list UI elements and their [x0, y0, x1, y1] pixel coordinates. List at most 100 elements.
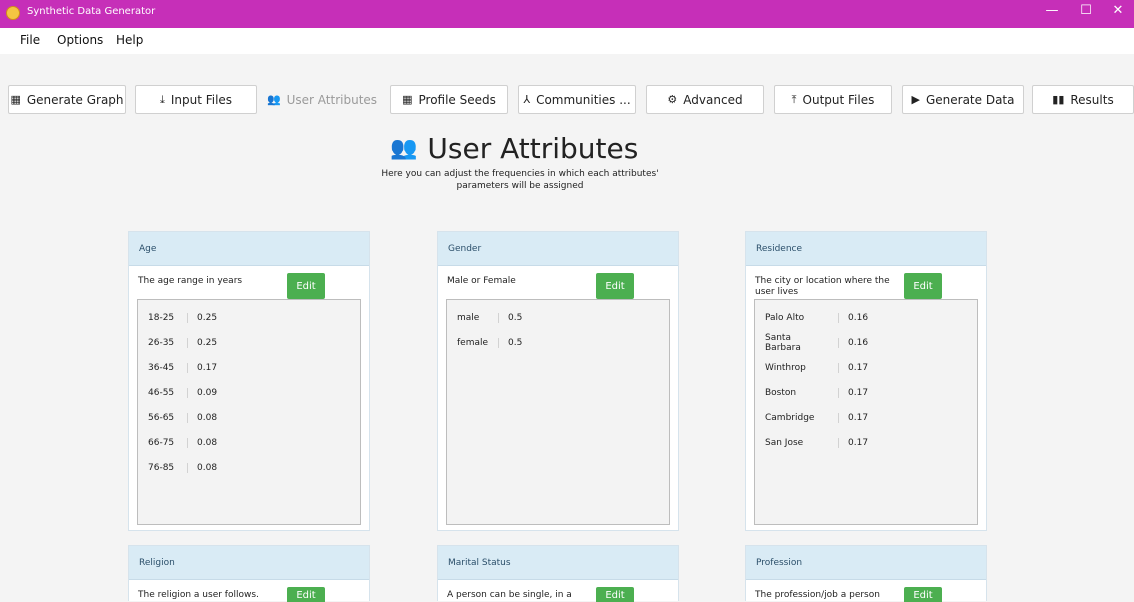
menu-file[interactable]: File [20, 33, 40, 47]
input-files-label: Input Files [170, 92, 233, 107]
list-item[interactable]: Santa Barbara 0.16 [765, 333, 868, 353]
row-value: 0.25 [197, 338, 218, 348]
row-key: Santa Barbara [765, 333, 801, 353]
communities-button[interactable]: ⅄ Communities ... [518, 85, 636, 114]
religion-card-description: The religion a user follows. [138, 590, 259, 600]
profession-edit-button[interactable]: Edit [904, 587, 942, 602]
grid-icon: ▦ [10, 93, 21, 106]
row-value: 0.17 [848, 413, 869, 423]
toolbar: ▦ Generate Graph ⤓ Input Files 👥 User At… [0, 85, 1134, 114]
row-key: San Jose [765, 438, 804, 448]
row-key: 18-25 [148, 313, 175, 323]
residence-card-description: The city or location where the user live… [755, 276, 890, 297]
marital-status-card-description: A person can be single, in a [447, 590, 572, 600]
profile-seeds-label: Profile Seeds [418, 92, 496, 107]
residence-edit-button[interactable]: Edit [904, 273, 942, 299]
gender-edit-button[interactable]: Edit [596, 273, 634, 299]
row-value: 0.17 [848, 438, 869, 448]
row-key: 26-35 [148, 338, 175, 348]
communities-label: Communities ... [536, 92, 631, 107]
list-item[interactable]: 66-75 0.08 [148, 435, 217, 451]
row-key: 56-65 [148, 413, 175, 423]
row-value: 0.5 [508, 338, 523, 348]
page-title: User Attributes [427, 131, 639, 165]
residence-card: Residence The city or location where the… [745, 231, 987, 531]
list-item[interactable]: Palo Alto 0.16 [765, 310, 868, 326]
row-key: Cambridge [765, 413, 815, 423]
age-edit-button[interactable]: Edit [287, 273, 325, 299]
row-key: Winthrop [765, 363, 806, 373]
list-item[interactable]: Winthrop 0.17 [765, 360, 868, 376]
gender-card-title: Gender [438, 232, 678, 266]
row-value: 0.17 [848, 388, 869, 398]
religion-edit-button[interactable]: Edit [287, 587, 325, 602]
download-icon: ⤓ [159, 92, 165, 106]
generate-data-button[interactable]: ▶ Generate Data [902, 85, 1024, 114]
grid-icon: ▦ [402, 93, 413, 106]
row-value: 0.08 [197, 463, 218, 473]
residence-card-title: Residence [746, 232, 986, 266]
list-item[interactable]: 56-65 0.08 [148, 410, 217, 426]
list-item[interactable]: 46-55 0.09 [148, 385, 217, 401]
play-icon: ▶ [911, 93, 920, 106]
row-value: 0.5 [508, 313, 523, 323]
advanced-label: Advanced [683, 92, 743, 107]
close-button[interactable]: ✕ [1106, 2, 1130, 20]
output-files-button[interactable]: ⤒ Output Files [774, 85, 892, 114]
row-value: 0.08 [197, 438, 218, 448]
marital-status-card-title: Marital Status [438, 546, 678, 580]
menu-options[interactable]: Options [57, 33, 103, 47]
residence-values-list: Palo Alto 0.16 Santa Barbara 0.16 Winthrop… [754, 299, 978, 525]
input-files-button[interactable]: ⤓ Input Files [135, 85, 257, 114]
list-item[interactable]: San Jose 0.17 [765, 435, 868, 451]
maximize-button[interactable]: ☐ [1074, 2, 1098, 20]
row-key: Boston [765, 388, 797, 398]
generate-graph-button[interactable]: ▦ Generate Graph [8, 85, 126, 114]
user-attributes-button[interactable]: 👥 User Attributes [263, 85, 381, 114]
list-item[interactable]: 76-85 0.08 [148, 460, 217, 476]
age-card: Age The age range in years Edit 18-25 0.2… [128, 231, 370, 531]
list-item[interactable]: 36-45 0.17 [148, 360, 217, 376]
output-files-label: Output Files [802, 92, 875, 107]
list-item[interactable]: male 0.5 [457, 310, 522, 326]
menu-help[interactable]: Help [116, 33, 143, 47]
list-item[interactable]: 18-25 0.25 [148, 310, 217, 326]
upload-icon: ⤒ [791, 92, 797, 106]
minimize-button[interactable]: — [1040, 2, 1064, 20]
profile-seeds-button[interactable]: ▦ Profile Seeds [390, 85, 508, 114]
gender-values-list: male 0.5 female 0.5 [446, 299, 670, 525]
profession-card-description: The profession/job a person [755, 590, 880, 600]
row-key: female [457, 338, 489, 348]
row-key: 76-85 [148, 463, 175, 473]
results-label: Results [1070, 92, 1114, 107]
generate-graph-label: Generate Graph [26, 92, 124, 107]
age-card-title: Age [129, 232, 369, 266]
marital-status-card: Marital Status A person can be single, i… [437, 545, 679, 602]
list-item[interactable]: female 0.5 [457, 335, 522, 351]
row-value: 0.25 [197, 313, 218, 323]
page-subtitle: Here you can adjust the frequencies in w… [381, 169, 659, 191]
list-item[interactable]: Cambridge 0.17 [765, 410, 868, 426]
row-value: 0.08 [197, 413, 218, 423]
users-icon: 👥 [266, 93, 281, 106]
profession-card: Profession The profession/job a person E… [745, 545, 987, 602]
results-button[interactable]: ▮▮ Results [1032, 85, 1134, 114]
row-key: Palo Alto [765, 313, 805, 323]
advanced-button[interactable]: ⚙ Advanced [646, 85, 764, 114]
app-icon [6, 6, 20, 20]
row-key: male [457, 313, 480, 323]
age-card-description: The age range in years [138, 276, 243, 286]
list-item[interactable]: 26-35 0.25 [148, 335, 217, 351]
religion-card: Religion The religion a user follows. Ed… [128, 545, 370, 602]
row-value: 0.17 [197, 363, 218, 373]
marital-status-edit-button[interactable]: Edit [596, 587, 634, 602]
window-title: Synthetic Data Generator [27, 6, 156, 17]
title-bar: Synthetic Data Generator — ☐ ✕ [0, 0, 1134, 28]
row-value: 0.17 [848, 363, 869, 373]
list-item[interactable]: Boston 0.17 [765, 385, 868, 401]
network-icon: ⅄ [523, 93, 531, 106]
bar-chart-icon: ▮▮ [1052, 93, 1065, 106]
generate-data-label: Generate Data [925, 92, 1015, 107]
gear-icon: ⚙ [667, 93, 678, 106]
gender-card: Gender Male or Female Edit male 0.5 femal… [437, 231, 679, 531]
